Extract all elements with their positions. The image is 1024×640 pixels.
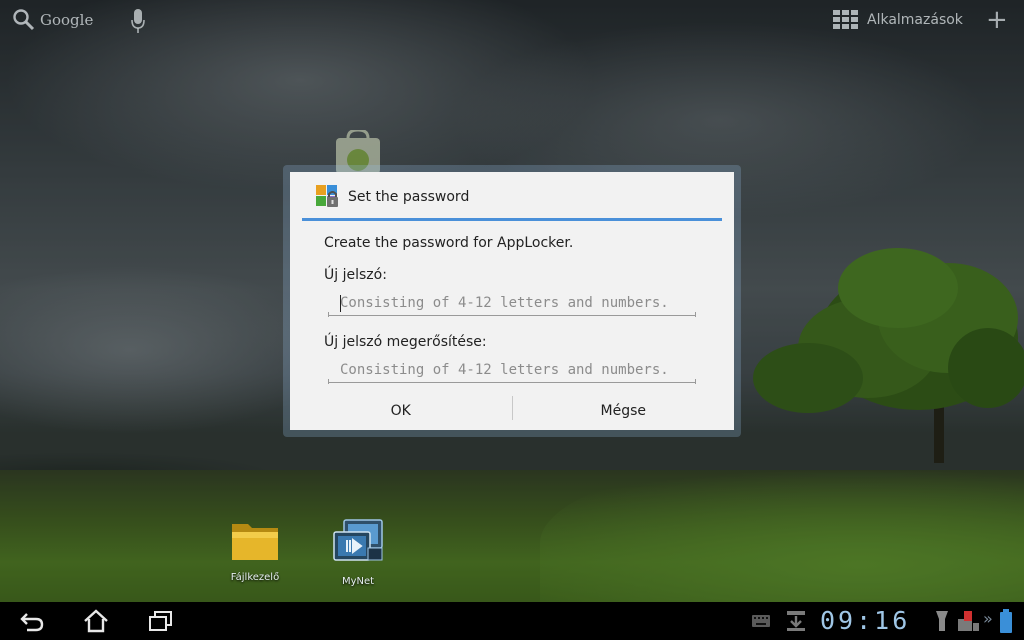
dialog-button-row: OK Mégse [290,392,734,430]
microphone-icon[interactable] [130,8,146,34]
text-caret [340,295,341,312]
dialog-prompt: Create the password for AppLocker. [324,235,574,251]
usb-debug-icon [958,611,979,631]
folder-icon [232,524,278,560]
download-icon[interactable] [786,610,806,632]
dialog-header: Set the password [316,184,469,210]
search-icon [13,9,35,31]
back-button[interactable] [15,608,49,634]
desktop-icon-label: Fájlkezelő [230,572,280,583]
dialog-title: Set the password [348,189,470,205]
keyboard-icon[interactable] [752,615,770,627]
search-label: Google [40,11,94,29]
confirm-password-label: Új jelszó megerősítése: [324,334,487,350]
applocker-lock-icon [316,185,338,207]
cancel-button[interactable]: Mégse [513,392,735,430]
new-password-underline [328,312,696,317]
desktop-icon-label: MyNet [341,576,375,587]
chevron-right-icon: » [983,609,993,628]
flashlight-icon [936,611,948,631]
confirm-password-underline [328,379,696,384]
back-icon [20,613,44,632]
home-button[interactable] [79,608,113,634]
dialog-title-divider [302,218,722,221]
google-search-widget[interactable]: Google [12,8,93,32]
battery-icon [1000,609,1012,633]
desktop-icon-file-manager[interactable]: Fájlkezelő [215,518,295,583]
ok-button[interactable]: OK [290,392,512,430]
mynet-icon [333,519,383,561]
recent-apps-button[interactable] [143,608,177,634]
apps-grid-icon [833,10,858,29]
home-icon [84,609,108,633]
desktop-icon-mynet[interactable]: MyNet [318,518,398,587]
status-clock[interactable]: 09:16 [820,606,910,636]
apps-label: Alkalmazások [867,12,963,28]
apps-button[interactable]: Alkalmazások [833,10,963,30]
set-password-dialog: Set the password Create the password for… [290,172,734,430]
recent-apps-icon [149,611,172,631]
new-password-label: Új jelszó: [324,267,387,283]
add-widget-icon[interactable]: + [986,7,1008,33]
